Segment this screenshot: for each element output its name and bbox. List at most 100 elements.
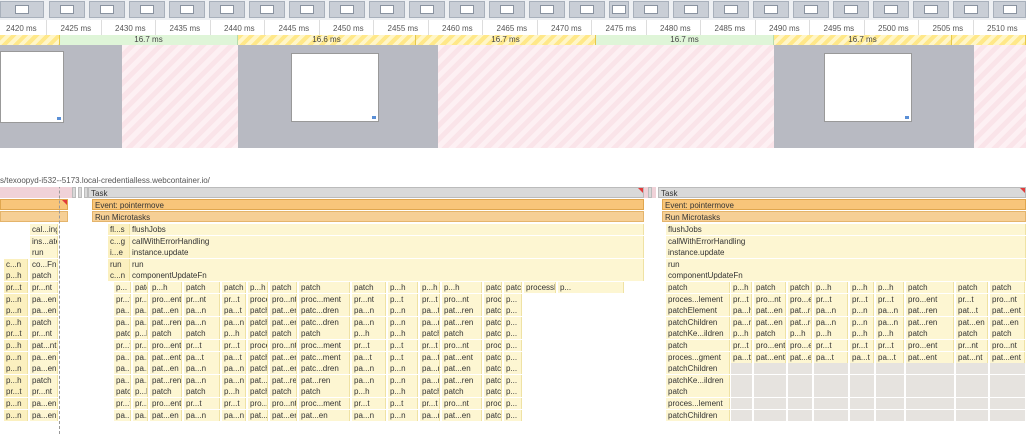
call-frame[interactable]: processElement	[484, 340, 502, 351]
call-frame[interactable]: pro...ent	[906, 293, 954, 305]
frame-block[interactable]: 16.6 ms	[238, 35, 416, 45]
call-frame[interactable]: pr...t	[114, 293, 131, 305]
call-frame[interactable]: pa...n	[352, 409, 386, 421]
call-frame[interactable]: pa...en	[30, 351, 58, 363]
frame-block[interactable]: 16.7 ms	[596, 35, 774, 45]
call-frame[interactable]: pat...ren	[906, 305, 954, 317]
call-frame[interactable]: flushJobs	[666, 224, 1026, 235]
call-frame[interactable]: p...h	[4, 316, 28, 328]
call-frame[interactable]: pr...t	[850, 293, 874, 305]
call-frame[interactable]: p...h	[352, 328, 386, 340]
call-frame[interactable]: patchElement	[666, 305, 730, 317]
call-frame[interactable]: patch	[906, 328, 954, 340]
frame-thumbnail[interactable]	[673, 1, 709, 18]
frame-block[interactable]	[0, 35, 60, 45]
call-frame[interactable]: pat...en	[270, 316, 297, 328]
call-frame[interactable]: pr...t	[850, 340, 874, 351]
call-frame[interactable]: pa...t	[133, 351, 148, 363]
call-frame[interactable]: patchChildren	[484, 363, 502, 375]
call-frame[interactable]: pa...n	[184, 363, 220, 375]
call-frame[interactable]: patchElement	[484, 351, 502, 363]
call-frame[interactable]: p...	[504, 328, 522, 340]
frame-screenshot[interactable]	[0, 51, 64, 123]
call-frame[interactable]: patc...dren	[299, 363, 350, 375]
call-frame[interactable]: p...h	[814, 282, 848, 293]
call-frame[interactable]: proc...ment	[299, 398, 350, 409]
call-frame[interactable]: componentUpdateFn	[130, 270, 644, 282]
call-frame[interactable]: pat...en	[442, 409, 482, 421]
call-frame[interactable]: pr...t	[420, 340, 440, 351]
task-bar-small[interactable]	[648, 187, 652, 198]
call-frame[interactable]: p...h	[133, 386, 148, 398]
call-frame[interactable]: pa...n	[222, 409, 246, 421]
call-frame[interactable]: pro...nt	[754, 293, 786, 305]
call-frame[interactable]: pat...ent	[906, 351, 954, 363]
call-frame[interactable]: pa...n	[420, 374, 440, 386]
call-frame[interactable]: pr...t	[876, 340, 904, 351]
call-frame[interactable]: pr...t	[4, 386, 28, 398]
call-frame[interactable]: pat...ent	[788, 351, 812, 363]
call-frame[interactable]: p...n	[4, 305, 28, 317]
call-frame[interactable]: pro...ent	[788, 293, 812, 305]
call-frame[interactable]: pr...t	[184, 340, 220, 351]
call-frame[interactable]: pa...t	[850, 351, 874, 363]
call-frame[interactable]: pro...nt	[442, 398, 482, 409]
call-frame[interactable]: patch	[666, 340, 730, 351]
call-frame[interactable]: patch	[788, 282, 812, 293]
call-frame[interactable]: patch	[114, 328, 131, 340]
call-frame[interactable]: p...h	[876, 282, 904, 293]
call-frame[interactable]: pa...n	[184, 374, 220, 386]
frame-thumbnail[interactable]	[89, 1, 125, 18]
call-frame[interactable]: patchK...ldren	[248, 316, 268, 328]
frame-thumbnail[interactable]	[913, 1, 949, 18]
call-frame[interactable]: patc...ment	[299, 351, 350, 363]
call-frame[interactable]: patchChildren	[248, 363, 268, 375]
call-frame[interactable]: pa...en	[30, 305, 58, 317]
call-frame[interactable]: co...Fn	[30, 258, 58, 270]
call-frame[interactable]: pr...t	[4, 282, 28, 293]
call-frame[interactable]: patch	[956, 282, 988, 293]
microtasks-bar[interactable]: Run Microtasks	[662, 211, 1026, 222]
frame-thumbnail[interactable]	[793, 1, 829, 18]
call-frame[interactable]: pa...n	[114, 374, 131, 386]
call-frame[interactable]: pat...ren	[150, 316, 182, 328]
call-frame[interactable]: pr...nt	[30, 282, 58, 293]
call-frame[interactable]: cal...ing	[30, 224, 58, 235]
call-frame[interactable]: p...n	[388, 374, 418, 386]
frame-thumbnail[interactable]	[833, 1, 869, 18]
call-frame[interactable]: c...n	[108, 270, 130, 282]
frame-thumbnail[interactable]	[449, 1, 485, 18]
call-frame[interactable]: pa...t	[222, 305, 246, 317]
call-frame[interactable]: pr...t	[114, 340, 131, 351]
call-frame[interactable]: pa...n	[352, 305, 386, 317]
call-frame[interactable]: patch	[990, 328, 1025, 340]
call-frame[interactable]: patc...dren	[299, 316, 350, 328]
call-frame[interactable]: instance.update	[666, 247, 1026, 259]
call-frame[interactable]: proces...lement	[666, 293, 730, 305]
call-frame[interactable]: pa...n	[731, 316, 752, 328]
call-frame[interactable]: pat...en	[150, 305, 182, 317]
call-frame[interactable]: pr...t	[133, 398, 148, 409]
call-frame[interactable]: p...	[504, 351, 522, 363]
call-frame[interactable]: p...h	[850, 282, 874, 293]
call-frame[interactable]: patch	[222, 282, 246, 293]
call-frame[interactable]: run	[30, 247, 58, 259]
call-frame[interactable]: pa...n	[876, 316, 904, 328]
call-frame[interactable]: pr...t	[184, 398, 220, 409]
call-frame[interactable]: p...t	[388, 293, 418, 305]
call-frame[interactable]: patch	[299, 328, 350, 340]
frame-thumbnail[interactable]	[953, 1, 989, 18]
event-bar[interactable]: Event: pointermove	[92, 199, 644, 210]
call-frame[interactable]: pat...ren	[788, 316, 812, 328]
call-frame[interactable]: pro...nt	[990, 293, 1025, 305]
call-frame[interactable]: p...h	[222, 328, 246, 340]
frame-thumbnail[interactable]	[993, 1, 1026, 18]
call-frame[interactable]: patch	[754, 328, 786, 340]
call-frame[interactable]: patch	[270, 386, 297, 398]
call-frame[interactable]: p...h	[442, 282, 482, 293]
call-frame[interactable]: patch	[754, 282, 786, 293]
microtasks-bar[interactable]	[0, 211, 68, 222]
call-frame[interactable]: pat...ent	[990, 351, 1025, 363]
call-frame[interactable]: pat...en	[442, 363, 482, 375]
call-frame[interactable]: c...n	[4, 258, 28, 270]
